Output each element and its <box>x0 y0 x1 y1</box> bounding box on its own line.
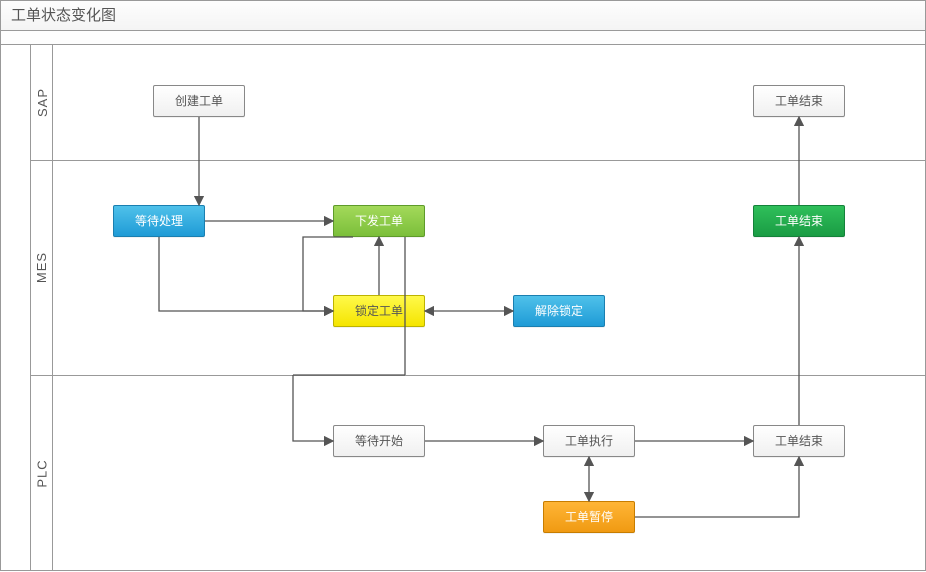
node-end-mes: 工单结束 <box>753 205 845 237</box>
node-unlock: 解除锁定 <box>513 295 605 327</box>
node-create: 创建工单 <box>153 85 245 117</box>
edges-layer <box>53 45 925 570</box>
diagram-canvas: 创建工单 工单结束 等待处理 下发工单 锁定工单 解除锁定 工单结束 等待开始 … <box>53 45 925 570</box>
lane-label-mes: MES <box>31 160 53 375</box>
lane-label-plc: PLC <box>31 375 53 572</box>
lane-label-sap: SAP <box>31 45 53 160</box>
node-executing: 工单执行 <box>543 425 635 457</box>
diagram-title: 工单状态变化图 <box>1 1 925 31</box>
diagram-subbar <box>1 31 925 45</box>
node-wait-start: 等待开始 <box>333 425 425 457</box>
node-end-plc: 工单结束 <box>753 425 845 457</box>
node-end-sap: 工单结束 <box>753 85 845 117</box>
diagram-frame: 工单状态变化图 SAP MES PLC 创建工单 工单结束 等待处理 下发工单 … <box>0 0 926 571</box>
lane-gutter <box>1 45 31 570</box>
lane-label-text: PLC <box>35 459 50 487</box>
diagram-body: SAP MES PLC 创建工单 工单结束 等待处理 下发工单 锁定工单 解除锁… <box>1 45 925 570</box>
node-lock: 锁定工单 <box>333 295 425 327</box>
lane-label-text: MES <box>35 252 50 283</box>
lane-label-text: SAP <box>35 88 50 117</box>
node-wait-process: 等待处理 <box>113 205 205 237</box>
node-dispatch: 下发工单 <box>333 205 425 237</box>
node-pause: 工单暂停 <box>543 501 635 533</box>
